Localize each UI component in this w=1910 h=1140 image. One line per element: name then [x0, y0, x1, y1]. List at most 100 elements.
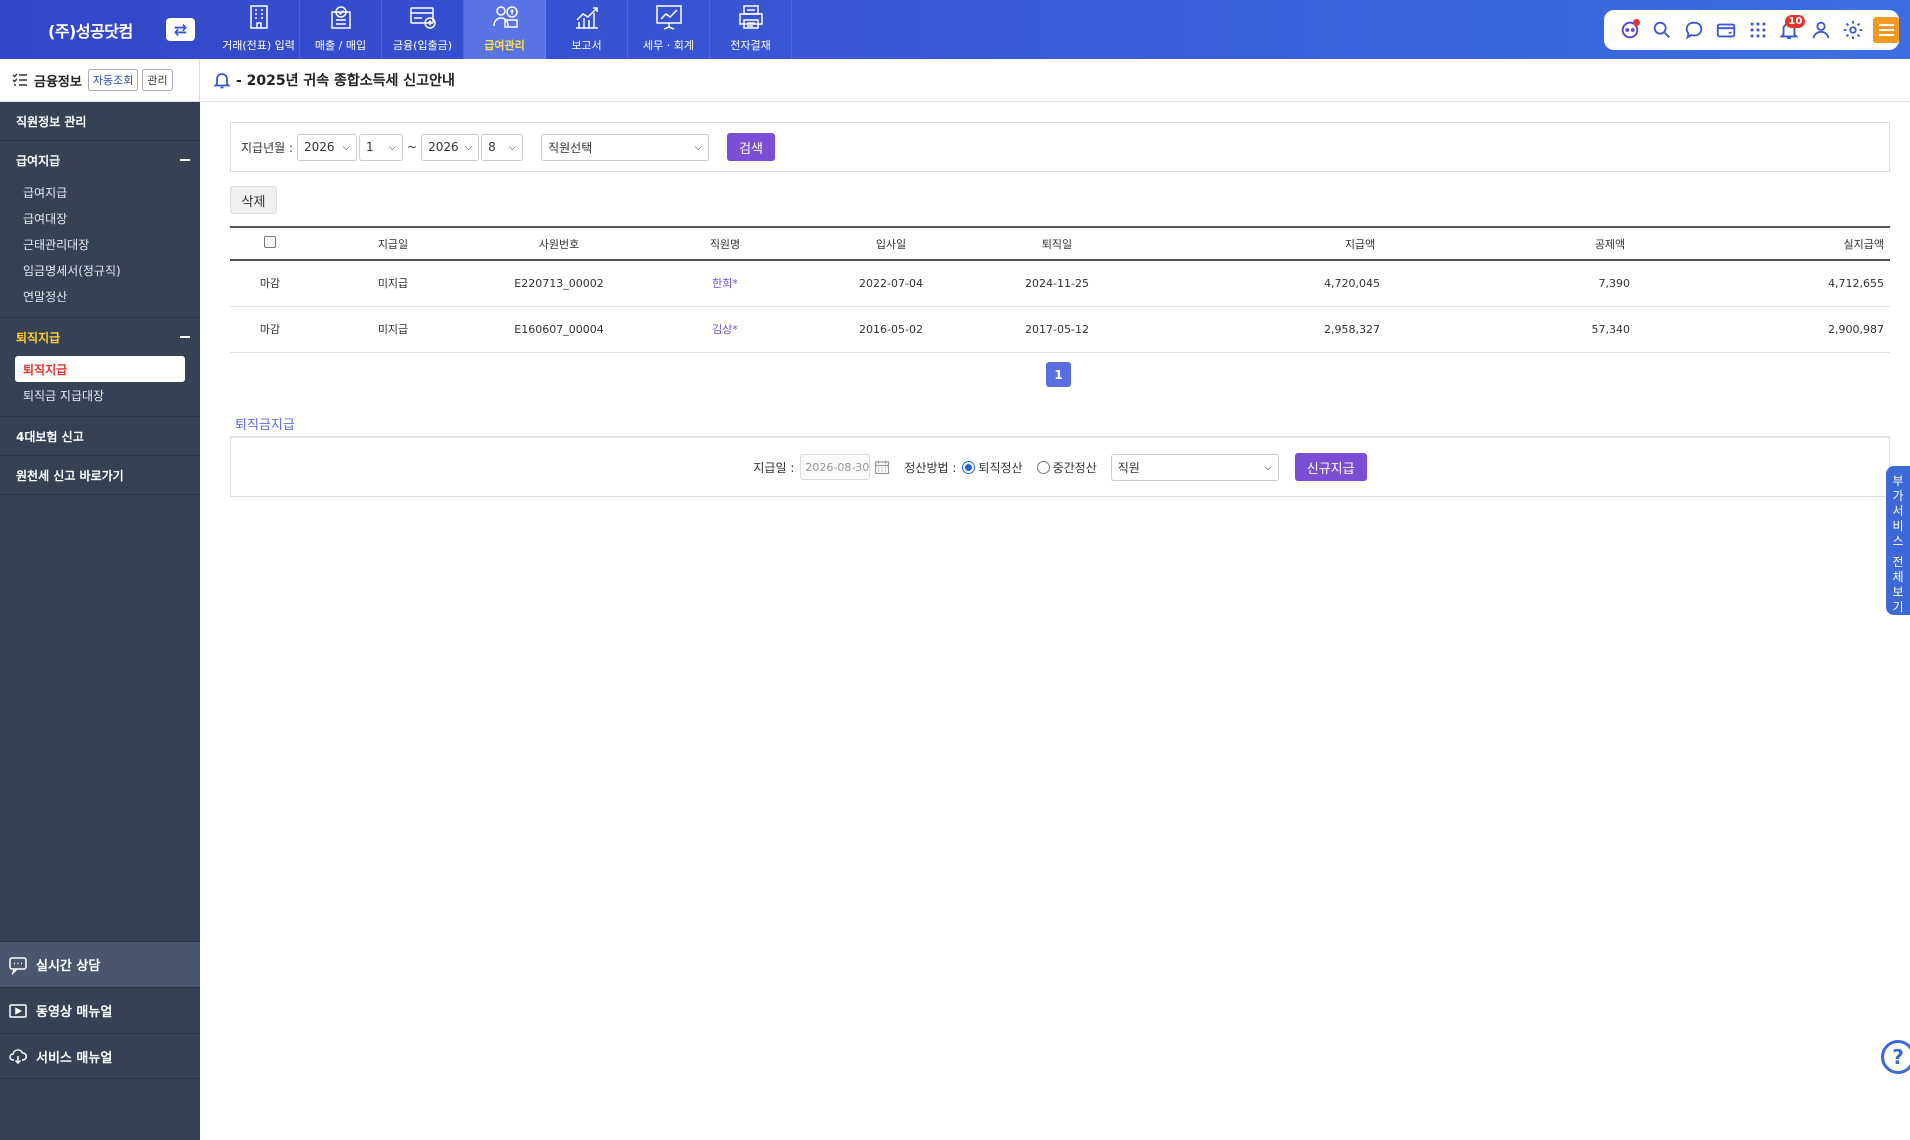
printer-icon: [738, 5, 763, 29]
manage-button[interactable]: 관리: [142, 69, 173, 91]
from-year-select[interactable]: 2026 ⌵: [297, 133, 358, 161]
sidebar-item-withholding[interactable]: 원천세 신고 바로가기: [0, 456, 200, 494]
card-button[interactable]: [1710, 14, 1742, 46]
from-month-select[interactable]: 1 ⌵: [359, 133, 404, 161]
building-icon: [249, 5, 268, 29]
delete-button[interactable]: 삭제: [230, 186, 277, 214]
extra-services-tab[interactable]: 부 가 서 비 스 전 체 보 기: [1886, 466, 1910, 615]
employee-select[interactable]: 직원선택 ⌵: [541, 133, 710, 161]
sidebar-group-retirement[interactable]: 퇴직지급: [0, 318, 200, 356]
col-emp-no[interactable]: 사원번호: [476, 226, 642, 261]
video-manual-button[interactable]: 동영상 매뉴얼: [0, 987, 200, 1033]
method-interim-radio[interactable]: [1036, 460, 1050, 474]
table-row[interactable]: 마감 미지급 E160607_00004 김상* 2016-05-02 2017…: [230, 306, 1890, 353]
chatbot-button[interactable]: [1614, 14, 1646, 46]
col-amount[interactable]: 지급액: [1140, 226, 1390, 261]
notification-count: 10: [1785, 15, 1806, 28]
col-name[interactable]: 직원명: [642, 226, 808, 261]
nav-approval[interactable]: 전자결재: [710, 0, 792, 59]
service-manual-button[interactable]: 서비스 매뉴얼: [0, 1033, 200, 1079]
live-chat-button[interactable]: 실시간 상담: [0, 941, 200, 987]
hamburger-icon: [1878, 24, 1894, 26]
method-retirement-label[interactable]: 퇴직정산: [978, 459, 1022, 476]
new-payment-button[interactable]: 신규지급: [1294, 453, 1367, 481]
table-row[interactable]: 마감 미지급 E220713_00002 한희* 2022-07-04 2024…: [230, 260, 1890, 307]
col-hire-date[interactable]: 입사일: [808, 226, 974, 261]
search-button[interactable]: 검색: [727, 133, 776, 161]
row-deduction: 57,340: [1390, 306, 1640, 353]
chatbot-badge: [1632, 19, 1640, 26]
row-net: 2,900,987: [1640, 306, 1890, 353]
notification-button[interactable]: 10: [1773, 14, 1806, 46]
nav-sales[interactable]: 매출 / 매입: [300, 0, 382, 59]
search-button[interactable]: [1646, 14, 1678, 46]
nav-payroll[interactable]: 급여관리: [464, 0, 546, 59]
card-icon: [409, 7, 436, 29]
sidebar-item-salary-ledger[interactable]: 급여대장: [0, 205, 200, 231]
profile-button[interactable]: [1805, 14, 1837, 46]
nav-report[interactable]: 보고서: [546, 0, 628, 59]
collapse-icon[interactable]: [180, 159, 190, 161]
to-month-select[interactable]: 8 ⌵: [481, 133, 524, 161]
col-retire-date[interactable]: 퇴직일: [974, 226, 1140, 261]
switch-company-button[interactable]: ⇄: [166, 18, 195, 41]
main-content: - 2025년 귀속 종합소득세 신고안내 지급년월 : 2026 ⌵ 1 ⌵ ~ …: [200, 59, 1910, 1140]
grid-icon: [1750, 22, 1765, 38]
row-hire-date: 2016-05-02: [808, 306, 974, 353]
nav-transaction[interactable]: 거래(전표) 입력: [218, 0, 300, 59]
sidebar-item-payslip[interactable]: 임금명세서(정규직): [0, 257, 200, 283]
sidebar-item-insurance[interactable]: 4대보험 신고: [0, 417, 200, 455]
collapse-icon[interactable]: [180, 336, 190, 338]
range-tilde: ~: [407, 140, 418, 154]
to-year-select[interactable]: 2026 ⌵: [421, 133, 480, 161]
wallet-icon: [1716, 23, 1735, 38]
sidebar-section-salary: 급여지급 급여지급 급여대장 근태관리대장 임금명세서(정규직) 연말정산: [0, 141, 200, 318]
sidebar-section-employee: 직원정보 관리: [0, 102, 200, 141]
chevron-down-icon: ⌵: [1264, 461, 1272, 473]
col-net[interactable]: 실지급액: [1640, 226, 1890, 261]
nav-tax[interactable]: 세무 · 회계: [628, 0, 710, 59]
col-deduction[interactable]: 공제액: [1390, 226, 1640, 261]
row-name-link[interactable]: 김상*: [642, 306, 808, 353]
pay-date-input[interactable]: 2026-08-30: [800, 454, 871, 480]
chevron-down-icon: ⌵: [388, 141, 397, 153]
sidebar-item-attendance[interactable]: 근태관리대장: [0, 231, 200, 257]
help-button[interactable]: ?: [1881, 1040, 1910, 1074]
apps-button[interactable]: [1742, 14, 1774, 46]
row-name-link[interactable]: 한희*: [642, 260, 808, 307]
gear-icon: [1844, 20, 1863, 40]
sidebar-item-year-end[interactable]: 연말정산: [0, 283, 200, 309]
sidebar-item-retirement-pay[interactable]: 퇴직지급: [15, 356, 185, 382]
method-label: 정산방법 :: [904, 460, 957, 475]
sidebar: 금융정보 자동조회 관리 직원정보 관리 급여지급 급여지급 급여대장 근태관리…: [0, 59, 200, 1140]
calendar-icon[interactable]: [874, 459, 890, 475]
chart-icon: [575, 7, 598, 29]
bell-icon: [213, 73, 231, 89]
sidebar-section-retirement: 퇴직지급 퇴직지급 퇴직금 지급대장: [0, 318, 200, 417]
select-all-checkbox[interactable]: [264, 236, 276, 248]
row-status: 마감: [230, 260, 310, 307]
speech-bubble-icon: [1685, 21, 1702, 40]
retirement-payment-title: 퇴직금지급: [235, 418, 295, 433]
nav-finance[interactable]: 금융(입출금): [382, 0, 464, 59]
page-1-button[interactable]: 1: [1046, 362, 1071, 387]
top-header: (주)성공닷컴 ⇄ 거래(전표) 입력 매출 / 매입 금융(입출금) 급여관리…: [0, 0, 1910, 59]
presentation-icon: [655, 5, 682, 30]
hamburger-menu-button[interactable]: [1873, 17, 1900, 43]
message-button[interactable]: [1678, 14, 1710, 46]
method-retirement-radio[interactable]: [962, 460, 976, 474]
search-icon: [1653, 21, 1670, 38]
sidebar-item-employee-info[interactable]: 직원정보 관리: [0, 102, 200, 140]
sidebar-group-salary[interactable]: 급여지급: [0, 141, 200, 179]
settings-button[interactable]: [1837, 14, 1869, 46]
sidebar-item-retirement-ledger[interactable]: 퇴직금 지급대장: [0, 382, 200, 408]
pay-employee-select[interactable]: 직원 ⌵: [1110, 453, 1279, 481]
company-name[interactable]: (주)성공닷컴: [48, 18, 133, 42]
auto-lookup-button[interactable]: 자동조회: [87, 69, 139, 91]
notice-bar[interactable]: - 2025년 귀속 종합소득세 신고안내: [200, 59, 1910, 102]
col-pay-date[interactable]: 지급일: [310, 226, 476, 261]
method-interim-label[interactable]: 중간정산: [1053, 459, 1097, 476]
row-amount: 4,720,045: [1140, 260, 1390, 307]
utility-toolbar: 10: [1604, 10, 1900, 50]
sidebar-item-salary-pay[interactable]: 급여지급: [0, 179, 200, 205]
